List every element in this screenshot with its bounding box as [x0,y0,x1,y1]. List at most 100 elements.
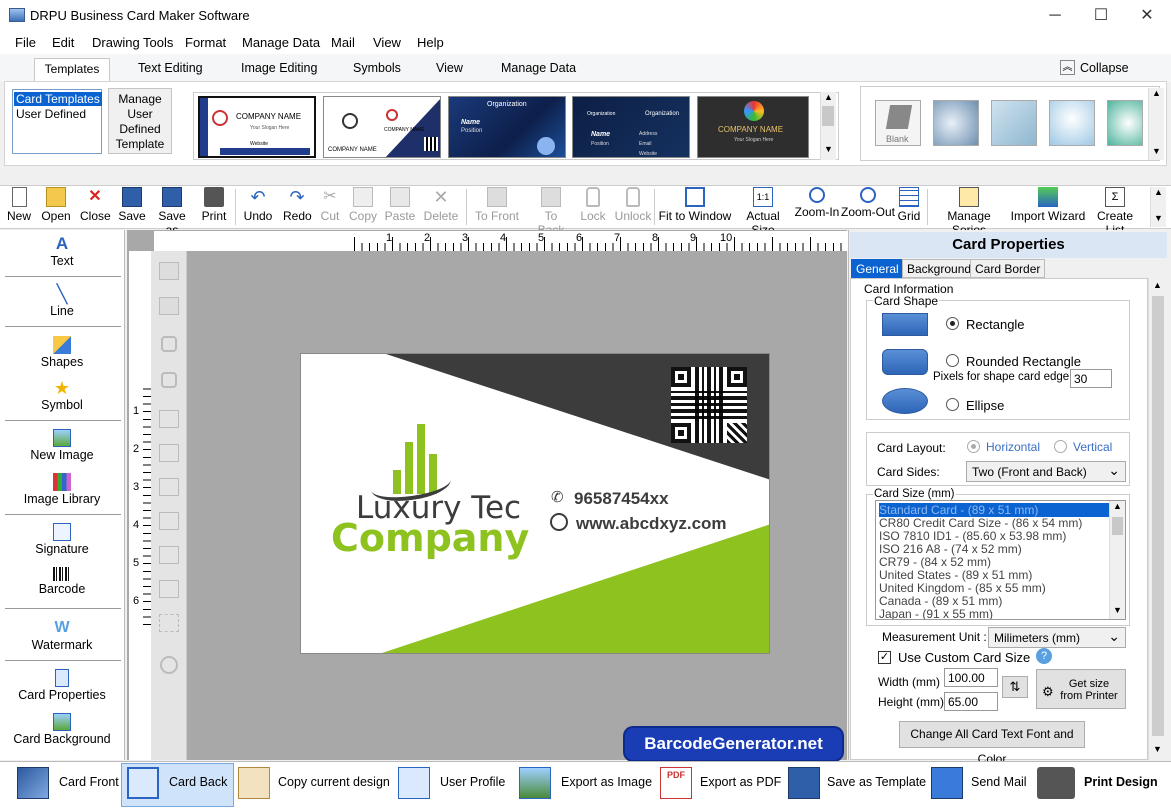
watermark-tool[interactable]: W Watermark [2,619,122,652]
zoom-out-button[interactable]: Zoom-Out [841,187,895,219]
template-gallery-scrollbar[interactable]: ▲ ▼ [820,92,836,160]
size-list-scrollbar[interactable]: ▲ ▼ [1109,501,1125,619]
vertical-radio[interactable] [1054,440,1067,453]
to-front-button[interactable]: To Front [473,187,521,223]
list-item[interactable]: United States - (89 x 51 mm) [879,568,1032,582]
ungroup-icon[interactable] [159,297,179,315]
text-tool[interactable]: A Text [2,235,122,269]
tab-symbols[interactable]: Symbols [353,61,401,75]
card-size-list[interactable]: Standard Card - (89 x 51 mm) CR80 Credit… [875,500,1126,620]
tab-card-border[interactable]: Card Border [970,259,1046,278]
paste-button[interactable]: Paste [384,187,416,223]
image-library-tool[interactable]: Image Library [2,473,122,506]
properties-scrollbar[interactable]: ▲ ▼ [1148,278,1166,760]
width-spinner[interactable]: 100.00 [944,668,998,687]
unlock-button[interactable]: Unlock [614,187,652,223]
background-thumb-blank[interactable]: Blank [875,100,921,146]
tab-view[interactable]: View [436,61,463,75]
custom-size-checkbox[interactable]: ✓ [878,651,891,664]
copy-button[interactable]: Copy [348,187,378,223]
menu-drawing-tools[interactable]: Drawing Tools [92,35,173,50]
list-item[interactable]: CR80 Credit Card Size - (86 x 54 mm) [879,516,1082,530]
menu-file[interactable]: File [15,35,36,50]
menu-help[interactable]: Help [417,35,444,50]
card-front-button[interactable]: Card Front [59,775,119,789]
move-icon[interactable] [159,614,179,632]
cut-button[interactable]: ✂ Cut [318,187,342,223]
list-item[interactable]: Japan - (91 x 55 mm) [879,607,993,619]
card-company-line2[interactable]: Company [331,516,529,560]
undo-button[interactable]: ↶ Undo [242,187,274,223]
background-thumb-5[interactable] [1107,100,1143,146]
maximize-button[interactable]: ☐ [1086,6,1116,26]
menu-format[interactable]: Format [185,35,226,50]
save-as-template-button[interactable]: Save as Template [827,775,926,789]
menu-manage-data[interactable]: Manage Data [242,35,320,50]
measurement-unit-dropdown[interactable]: Milimeters (mm) [988,627,1126,648]
user-profile-button[interactable]: User Profile [440,775,505,789]
tab-image-editing[interactable]: Image Editing [241,61,317,75]
card-sides-dropdown[interactable]: Two (Front and Back) [966,461,1126,482]
zoom-in-button[interactable]: Zoom-In [794,187,840,219]
new-button[interactable]: New [5,187,33,223]
minimize-button[interactable]: ─ [1040,6,1070,26]
horizontal-radio[interactable] [967,440,980,453]
close-window-button[interactable]: ✕ [1132,6,1162,26]
tab-background[interactable]: Background [902,259,977,278]
tab-manage-data[interactable]: Manage Data [501,61,576,75]
menu-view[interactable]: View [373,35,401,50]
export-as-pdf-button[interactable]: Export as PDF [700,775,781,789]
fit-to-window-button[interactable]: Fit to Window [657,187,733,223]
template-thumb-3[interactable]: Organization Name Position [448,96,566,158]
collapse-icon[interactable]: ︽ [1060,60,1075,75]
copy-current-design-button[interactable]: Copy current design [278,775,390,789]
change-all-font-color-button[interactable]: Change All Card Text Font and Color [899,721,1085,766]
menu-mail[interactable]: Mail [331,35,355,50]
shapes-tool[interactable]: Shapes [2,336,122,369]
align-right-icon[interactable] [159,444,179,462]
template-thumb-5[interactable]: COMPANY NAME Your Slogan Here [697,96,809,158]
card-phone[interactable]: 96587454xx [574,489,669,509]
list-item[interactable]: ISO 7810 ID1 - (85.60 x 53.98 mm) [879,529,1066,543]
toolbar-scrollbar[interactable]: ▲ ▼ [1150,187,1166,227]
align-left-icon[interactable] [159,410,179,428]
print-button[interactable]: Print [200,187,228,223]
grid-button[interactable]: Grid [897,187,921,223]
send-mail-button[interactable]: Send Mail [971,775,1027,789]
lock-button[interactable]: Lock [580,187,606,223]
background-thumb-3[interactable] [991,100,1037,146]
rounded-rectangle-radio[interactable] [946,354,959,367]
ellipse-radio[interactable] [946,398,959,411]
swap-dimensions-button[interactable]: ⇅ [1002,676,1028,698]
height-spinner[interactable]: 65.00 [944,692,998,711]
unlock-object-icon[interactable] [161,372,177,388]
card-properties-tool[interactable]: Card Properties [2,669,122,702]
export-as-image-button[interactable]: Export as Image [561,775,652,789]
line-tool[interactable]: ╲ Line [2,285,122,318]
align-bottom-icon[interactable] [159,512,179,530]
lock-object-icon[interactable] [161,336,177,352]
pixels-edge-spinner[interactable]: 30 [1070,369,1112,388]
list-item[interactable]: Canada - (89 x 51 mm) [879,594,1002,608]
business-card-canvas[interactable]: Luxury Tec Company ✆ 96587454xx www.abcd… [300,353,770,654]
background-thumb-4[interactable] [1049,100,1095,146]
symbol-tool[interactable]: ★ Symbol [2,379,122,412]
collapse-button[interactable]: Collapse [1080,61,1129,75]
tab-templates[interactable]: Templates [34,58,110,81]
template-thumb-2[interactable]: COMPANY NAME COMPANY NAME [323,96,441,158]
barcode-tool[interactable]: Barcode [2,567,122,596]
zoom-icon[interactable] [160,656,178,674]
open-button[interactable]: Open [40,187,72,223]
list-item[interactable]: United Kingdom - (85 x 55 mm) [879,581,1046,595]
tab-text-editing[interactable]: Text Editing [138,61,203,75]
card-website[interactable]: www.abcdxyz.com [576,514,727,534]
redo-button[interactable]: ↷ Redo [283,187,312,223]
help-icon[interactable]: ? [1036,648,1052,664]
list-item[interactable]: CR79 - (84 x 52 mm) [879,555,991,569]
menu-edit[interactable]: Edit [52,35,74,50]
template-thumb-4[interactable]: Organization Organization Name Position … [572,96,690,158]
group-icon[interactable] [159,262,179,280]
new-image-tool[interactable]: New Image [2,429,122,462]
card-background-tool[interactable]: Card Background [2,713,122,746]
save-button[interactable]: Save [118,187,146,223]
